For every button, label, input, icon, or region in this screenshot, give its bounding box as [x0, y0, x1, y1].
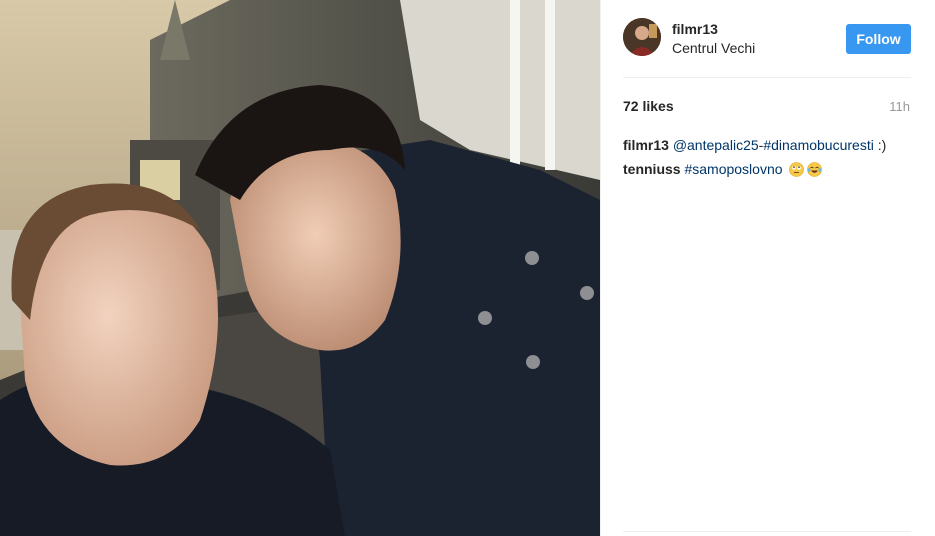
comment-item: filmr13 @antepalic25-#dinamobucuresti :) — [623, 136, 913, 154]
tears-of-joy-emoji-icon — [807, 162, 823, 177]
hashtag-link[interactable]: #samoposlovno — [684, 161, 782, 177]
avatar[interactable] — [623, 18, 661, 56]
comment-text: :) — [873, 137, 887, 153]
comment-username[interactable]: tenniuss — [623, 161, 681, 177]
rolling-eyes-emoji-icon — [789, 162, 805, 177]
comment-username[interactable]: filmr13 — [623, 137, 669, 153]
post-header: filmr13 Centrul Vechi Follow — [623, 18, 913, 60]
username-link[interactable]: filmr13 — [672, 21, 718, 37]
likes-count[interactable]: 72 likes — [623, 98, 674, 114]
footer-divider — [623, 531, 911, 532]
hashtag-link[interactable]: #dinamobucuresti — [763, 137, 874, 153]
post-time[interactable]: 11h — [889, 99, 910, 114]
location-link[interactable]: Centrul Vechi — [672, 40, 755, 56]
comment-item: tenniuss #samoposlovno — [623, 160, 913, 178]
comments-list: filmr13 @antepalic25-#dinamobucuresti :)… — [623, 136, 913, 184]
mention-link[interactable]: @antepalic25 — [673, 137, 759, 153]
header-divider — [623, 77, 911, 78]
follow-button[interactable]: Follow — [846, 24, 911, 54]
post-photo[interactable] — [0, 0, 600, 536]
post-side-panel: filmr13 Centrul Vechi Follow 72 likes 11… — [600, 0, 935, 536]
